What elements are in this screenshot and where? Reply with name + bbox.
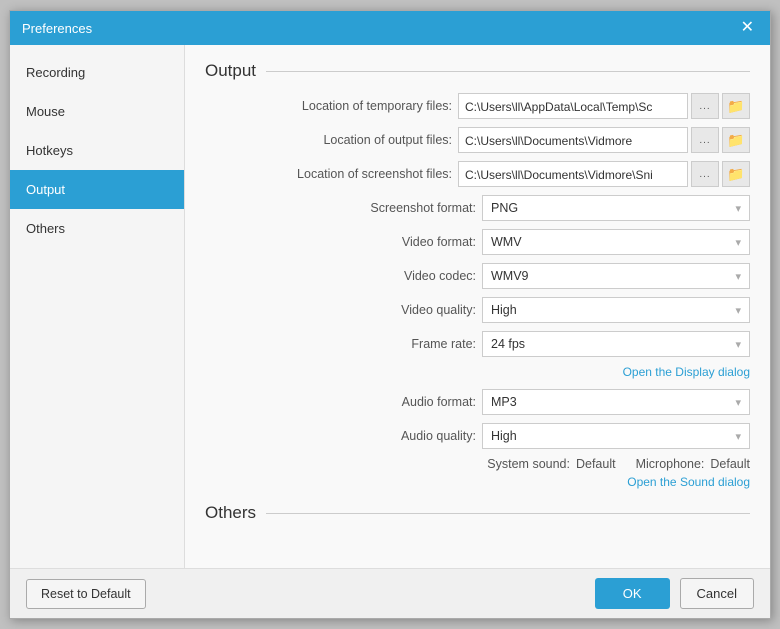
folder-icon: 📁 (727, 98, 744, 115)
video-codec-select[interactable]: WMV9 ▾ (482, 263, 750, 289)
titlebar: Preferences ✕ (10, 11, 770, 45)
screenshot-files-row: Location of screenshot files: C:\Users\l… (205, 161, 750, 187)
audio-quality-select[interactable]: High ▾ (482, 423, 750, 449)
system-sound-label: System sound: (487, 457, 570, 471)
audio-format-select[interactable]: MP3 ▾ (482, 389, 750, 415)
window-title: Preferences (22, 21, 92, 36)
screenshot-files-value: C:\Users\ll\Documents\Vidmore\Sni (458, 161, 688, 187)
temp-files-label: Location of temporary files: (302, 99, 452, 113)
audio-quality-row: Audio quality: High ▾ (205, 423, 750, 449)
sound-dialog-link-row: Open the Sound dialog (205, 475, 750, 489)
microphone-info: Microphone: Default (636, 457, 750, 471)
temp-files-input-group: C:\Users\ll\AppData\Local\Temp\Sc ... 📁 (458, 93, 750, 119)
ok-button[interactable]: OK (595, 578, 670, 609)
video-format-row: Video format: WMV ▾ (205, 229, 750, 255)
sidebar-item-others[interactable]: Others (10, 209, 184, 248)
reset-to-default-button[interactable]: Reset to Default (26, 579, 146, 609)
audio-quality-value: High (491, 429, 517, 443)
sidebar: Recording Mouse Hotkeys Output Others (10, 45, 185, 568)
system-sound-info: System sound: Default (487, 457, 615, 471)
chevron-down-icon: ▾ (735, 430, 741, 443)
main-area: Output Location of temporary files: C:\U… (185, 45, 770, 568)
frame-rate-value: 24 fps (491, 337, 525, 351)
audio-format-value: MP3 (491, 395, 517, 409)
screenshot-format-label: Screenshot format: (370, 201, 476, 215)
others-section-title: Others (205, 503, 750, 523)
chevron-down-icon: ▾ (735, 338, 741, 351)
chevron-down-icon: ▾ (735, 236, 741, 249)
footer: Reset to Default OK Cancel (10, 568, 770, 618)
output-files-value: C:\Users\ll\Documents\Vidmore (458, 127, 688, 153)
system-sound-value: Default (576, 457, 616, 471)
video-quality-label: Video quality: (401, 303, 476, 317)
microphone-value: Default (710, 457, 750, 471)
video-quality-select[interactable]: High ▾ (482, 297, 750, 323)
chevron-down-icon: ▾ (735, 202, 741, 215)
sidebar-item-recording[interactable]: Recording (10, 53, 184, 92)
sidebar-item-hotkeys[interactable]: Hotkeys (10, 131, 184, 170)
video-format-label: Video format: (402, 235, 476, 249)
output-section-title: Output (205, 61, 750, 81)
frame-rate-row: Frame rate: 24 fps ▾ (205, 331, 750, 357)
content-area: Recording Mouse Hotkeys Output Others Ou… (10, 45, 770, 568)
screenshot-format-value: PNG (491, 201, 518, 215)
audio-quality-label: Audio quality: (401, 429, 476, 443)
frame-rate-select[interactable]: 24 fps ▾ (482, 331, 750, 357)
screenshot-format-select[interactable]: PNG ▾ (482, 195, 750, 221)
frame-rate-label: Frame rate: (411, 337, 476, 351)
temp-files-row: Location of temporary files: C:\Users\ll… (205, 93, 750, 119)
screenshot-files-folder-button[interactable]: 📁 (722, 161, 750, 187)
screenshot-format-row: Screenshot format: PNG ▾ (205, 195, 750, 221)
chevron-down-icon: ▾ (735, 270, 741, 283)
audio-format-row: Audio format: MP3 ▾ (205, 389, 750, 415)
video-quality-row: Video quality: High ▾ (205, 297, 750, 323)
video-codec-label: Video codec: (404, 269, 476, 283)
temp-files-dots-button[interactable]: ... (691, 93, 719, 119)
video-format-select[interactable]: WMV ▾ (482, 229, 750, 255)
display-dialog-link-row: Open the Display dialog (205, 365, 750, 379)
screenshot-files-dots-button[interactable]: ... (691, 161, 719, 187)
video-format-value: WMV (491, 235, 522, 249)
footer-right-buttons: OK Cancel (595, 578, 754, 609)
chevron-down-icon: ▾ (735, 304, 741, 317)
system-sound-row: System sound: Default Microphone: Defaul… (205, 457, 750, 471)
screenshot-files-input-group: C:\Users\ll\Documents\Vidmore\Sni ... 📁 (458, 161, 750, 187)
open-display-dialog-link[interactable]: Open the Display dialog (623, 365, 750, 379)
preferences-window: Preferences ✕ Recording Mouse Hotkeys Ou… (9, 10, 771, 619)
video-quality-value: High (491, 303, 517, 317)
output-files-label: Location of output files: (323, 133, 452, 147)
output-files-folder-button[interactable]: 📁 (722, 127, 750, 153)
screenshot-files-label: Location of screenshot files: (297, 167, 452, 181)
chevron-down-icon: ▾ (735, 396, 741, 409)
video-codec-row: Video codec: WMV9 ▾ (205, 263, 750, 289)
sidebar-item-output[interactable]: Output (10, 170, 184, 209)
output-files-input-group: C:\Users\ll\Documents\Vidmore ... 📁 (458, 127, 750, 153)
close-button[interactable]: ✕ (737, 20, 758, 36)
open-sound-dialog-link[interactable]: Open the Sound dialog (627, 475, 750, 489)
cancel-button[interactable]: Cancel (680, 578, 754, 609)
video-codec-value: WMV9 (491, 269, 529, 283)
temp-files-folder-button[interactable]: 📁 (722, 93, 750, 119)
folder-icon: 📁 (727, 166, 744, 183)
folder-icon: 📁 (727, 132, 744, 149)
output-files-row: Location of output files: C:\Users\ll\Do… (205, 127, 750, 153)
audio-format-label: Audio format: (402, 395, 476, 409)
temp-files-value: C:\Users\ll\AppData\Local\Temp\Sc (458, 93, 688, 119)
microphone-label: Microphone: (636, 457, 705, 471)
output-files-dots-button[interactable]: ... (691, 127, 719, 153)
sidebar-item-mouse[interactable]: Mouse (10, 92, 184, 131)
